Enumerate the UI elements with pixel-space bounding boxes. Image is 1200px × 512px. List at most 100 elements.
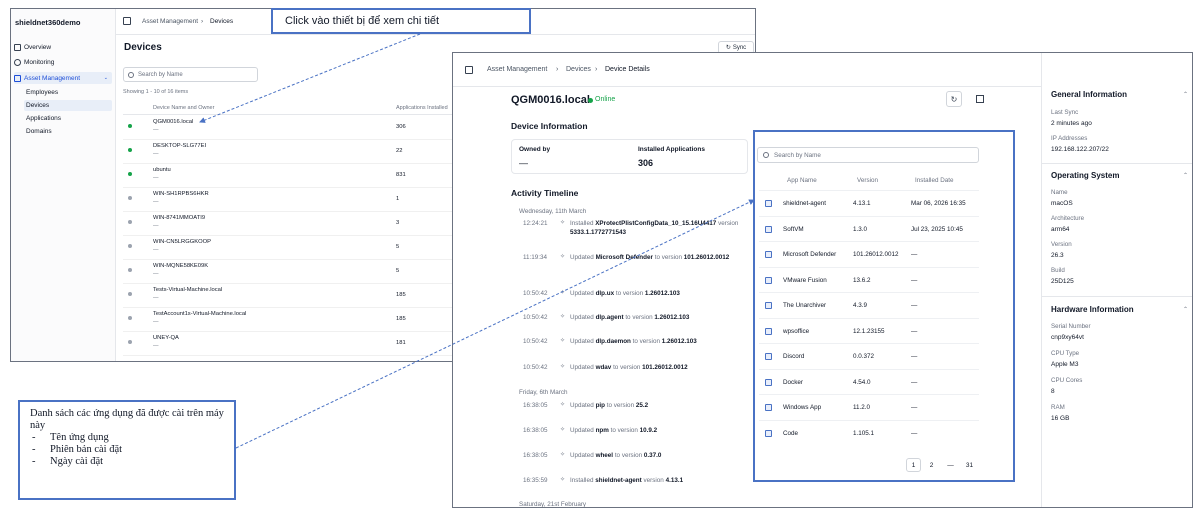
search-input[interactable]: Search by Name bbox=[123, 67, 258, 82]
cpu-type-value: Apple M3 bbox=[1051, 361, 1079, 368]
owned-by-label: Owned by bbox=[519, 146, 551, 153]
sidebar-toggle-icon[interactable] bbox=[123, 17, 131, 25]
activity-icon: ✧ bbox=[560, 254, 566, 260]
grid-icon bbox=[14, 43, 21, 51]
timeline-tail: to version bbox=[610, 427, 638, 434]
app-version: 4.13.1 bbox=[853, 200, 871, 207]
app-icon bbox=[765, 404, 772, 411]
table-row[interactable]: Docker 4.54.0 — bbox=[759, 368, 979, 394]
device-name[interactable]: WIN-MQNE58KE09K bbox=[153, 263, 208, 269]
last-sync-label: Last Sync bbox=[1051, 109, 1079, 116]
app-installed-date: — bbox=[911, 327, 918, 335]
page-1-button[interactable]: 1 bbox=[906, 458, 921, 472]
ip-label: IP Addresses bbox=[1051, 135, 1088, 142]
sidebar-item-monitoring[interactable]: Monitoring bbox=[14, 56, 54, 68]
search-placeholder: Search by Name bbox=[774, 151, 821, 159]
device-name[interactable]: Tests-Virtual-Machine.local bbox=[153, 287, 222, 293]
table-row[interactable]: Windows App 11.2.0 — bbox=[759, 394, 979, 419]
table-row[interactable]: Code 1.105.1 — bbox=[759, 419, 979, 445]
activity-icon: ✧ bbox=[560, 338, 566, 344]
app-version: 4.54.0 bbox=[853, 378, 871, 386]
activity-icon: ✧ bbox=[560, 314, 566, 320]
chevron-up-icon[interactable]: ⌃ bbox=[1183, 91, 1188, 98]
app-icon bbox=[765, 276, 772, 284]
timeline-verb: Updated bbox=[570, 338, 594, 345]
table-row[interactable]: Discord 0.0.372 — bbox=[759, 343, 979, 368]
timeline-date: Friday, 6th March bbox=[519, 389, 568, 396]
general-info-title: General Information bbox=[1051, 90, 1128, 99]
search-placeholder: Search by Name bbox=[138, 71, 183, 78]
org-name: shieldnet360demo bbox=[15, 18, 81, 27]
breadcrumb-asset-management[interactable]: Asset Management bbox=[142, 18, 198, 25]
breadcrumb-devices[interactable]: Devices bbox=[566, 66, 591, 73]
activity-icon: ✧ bbox=[560, 364, 566, 370]
device-name[interactable]: UNEY-QA bbox=[153, 335, 179, 341]
app-installed-date: — bbox=[911, 378, 918, 386]
timeline-app: pip bbox=[595, 402, 606, 409]
timeline-app: wheel bbox=[595, 452, 614, 459]
timeline-text: Updated wheel to version 0.37.0 bbox=[570, 451, 755, 460]
app-name: wpsoffice bbox=[783, 327, 810, 335]
chevron-up-icon[interactable]: ⌃ bbox=[1183, 306, 1188, 313]
page-2-button[interactable]: 2 bbox=[924, 458, 939, 472]
activity-timeline-title: Activity Timeline bbox=[511, 188, 579, 198]
device-name[interactable]: ubuntu bbox=[153, 167, 171, 173]
device-owner: — bbox=[153, 223, 159, 229]
sidebar-toggle-icon[interactable] bbox=[465, 66, 473, 74]
refresh-button[interactable]: ↻ bbox=[946, 91, 962, 107]
activity-icon: ✧ bbox=[560, 402, 566, 408]
timeline-version: 101.26012.0012 bbox=[683, 254, 730, 261]
apps-count: 185 bbox=[396, 316, 406, 322]
app-name: Docker bbox=[783, 378, 803, 386]
table-row[interactable]: SoftVM 1.3.0 Jul 23, 2025 10:45 bbox=[759, 215, 979, 241]
device-owner: — bbox=[153, 175, 159, 181]
refresh-icon: ↻ bbox=[725, 45, 731, 51]
device-owner: — bbox=[153, 247, 159, 253]
timeline-tail: to version bbox=[614, 452, 643, 459]
column-header-device[interactable]: Device Name and Owner bbox=[153, 105, 214, 111]
table-row[interactable]: Microsoft Defender 101.26012.0012 — bbox=[759, 241, 979, 266]
timeline-verb: Updated bbox=[570, 452, 594, 459]
table-row[interactable]: VMware Fusion 13.6.2 — bbox=[759, 266, 979, 292]
column-header-apps[interactable]: Applications Installed bbox=[396, 105, 448, 111]
sidebar-item-applications[interactable]: Applications bbox=[24, 113, 112, 124]
app-search-input[interactable]: Search by Name bbox=[757, 147, 979, 163]
device-name[interactable]: WIN-CN5LRGGKOOP bbox=[153, 239, 211, 245]
activity-icon: ✧ bbox=[560, 220, 566, 226]
column-header-app-name[interactable]: App Name bbox=[787, 177, 817, 184]
table-row[interactable]: wpsoffice 12.1.23155 — bbox=[759, 317, 979, 343]
column-header-installed-date[interactable]: Installed Date bbox=[915, 177, 954, 184]
panel-toggle-button[interactable] bbox=[972, 91, 988, 107]
annotation-title: Danh sách các ứng dụng đã được cài trên … bbox=[30, 408, 224, 431]
status-badge: Online bbox=[595, 96, 616, 103]
column-header-version[interactable]: Version bbox=[857, 177, 878, 184]
timeline-tail: version bbox=[718, 220, 739, 227]
apps-count: 181 bbox=[396, 340, 406, 346]
timeline-app: dlp.ux bbox=[595, 290, 615, 297]
timeline-text: Updated dlp.daemon to version 1.26012.10… bbox=[570, 337, 755, 346]
device-name[interactable]: WIN-SH1RPBS6HKR bbox=[153, 191, 209, 197]
sidebar-item-overview[interactable]: Overview bbox=[14, 41, 51, 53]
device-name[interactable]: QGM0016.local bbox=[153, 119, 193, 125]
device-name[interactable]: DESKTOP-SLG77EI bbox=[153, 143, 206, 149]
ram-value: 16 GB bbox=[1051, 415, 1070, 422]
breadcrumb-asset-management[interactable]: Asset Management bbox=[487, 66, 547, 73]
device-name[interactable]: WIN-8741MMOATI9 bbox=[153, 215, 205, 221]
sidebar-item-devices[interactable]: Devices bbox=[24, 100, 112, 111]
sidebar-item-asset-management[interactable]: Asset Management ⌄ bbox=[14, 72, 112, 84]
device-name[interactable]: TestAccount1s-Virtual-Machine.local bbox=[153, 311, 246, 317]
app-installed-date: — bbox=[911, 251, 918, 258]
online-status-dot bbox=[588, 98, 593, 103]
sidebar-item-domains[interactable]: Domains bbox=[24, 126, 112, 137]
apps-count: 5 bbox=[396, 244, 400, 250]
sidebar-item-employees[interactable]: Employees bbox=[24, 87, 112, 98]
timeline-tail: to version bbox=[613, 364, 641, 371]
pagination-summary: Showing 1 - 10 of 16 items bbox=[123, 89, 189, 95]
chevron-up-icon[interactable]: ⌃ bbox=[1183, 172, 1188, 179]
page-31-button[interactable]: 31 bbox=[962, 458, 977, 472]
timeline-version: 5333.1.1772771543 bbox=[570, 229, 627, 236]
table-row[interactable]: shieldnet-agent 4.13.1 Mar 06, 2026 16:35 bbox=[759, 190, 979, 215]
app-installed-date: — bbox=[911, 276, 918, 284]
timeline-app: npm bbox=[595, 427, 609, 434]
table-row[interactable]: The Unarchiver 4.3.9 — bbox=[759, 292, 979, 317]
